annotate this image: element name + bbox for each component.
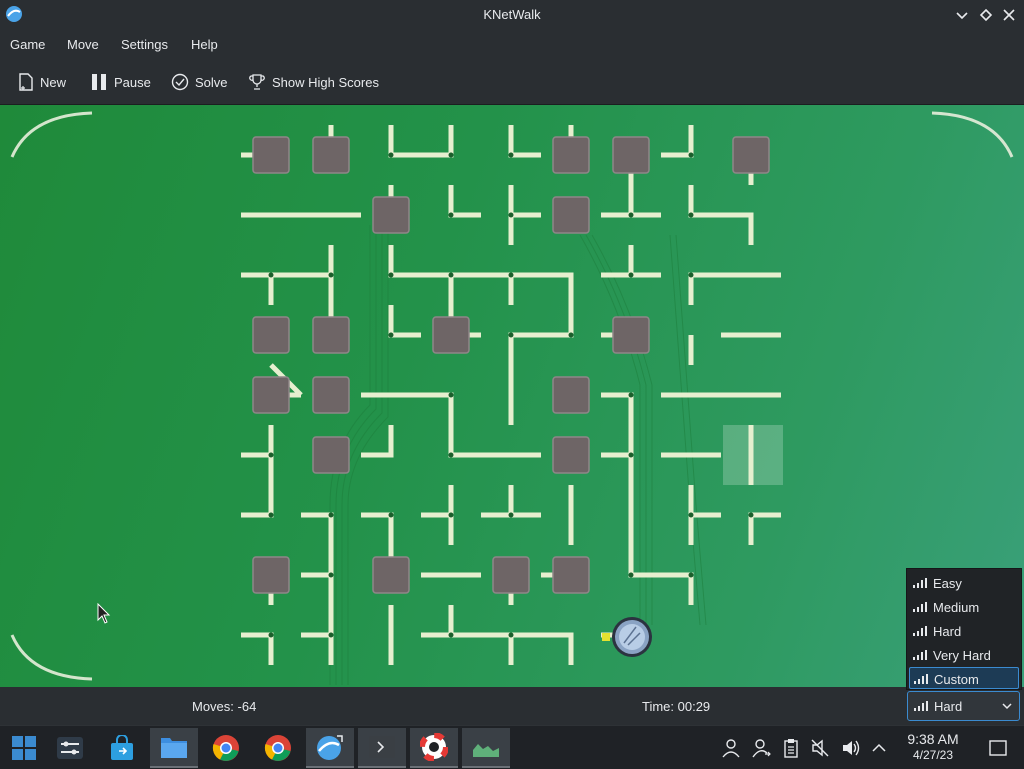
difficulty-option-easy[interactable]: Easy: [909, 572, 1019, 594]
chrome-icon: [212, 735, 239, 761]
difficulty-option-custom[interactable]: Custom: [909, 667, 1019, 689]
taskbar-help-center[interactable]: [410, 728, 458, 768]
show-high-scores-label: Show High Scores: [272, 74, 379, 90]
difficulty-menu: Easy Medium Hard Very Hard Custom: [906, 568, 1022, 690]
signal-bars-icon: [913, 650, 927, 660]
signal-bars-icon: [913, 578, 927, 588]
user-switch-icon[interactable]: [751, 738, 771, 758]
clock-time: 9:38 AM: [907, 731, 959, 747]
taskbar-terminal[interactable]: [358, 728, 406, 768]
windows-logo-icon: [12, 736, 36, 760]
pause-icon: [92, 74, 106, 90]
close-icon[interactable]: [999, 5, 1019, 25]
new-button[interactable]: New: [18, 72, 66, 92]
signal-bars-icon: [913, 626, 927, 636]
taskbar-chrome-2[interactable]: [254, 728, 302, 768]
lifebuoy-icon: [420, 733, 448, 761]
taskbar: 9:38 AM 4/27/23: [0, 725, 1024, 769]
shopping-bag-icon: [111, 735, 133, 760]
network-grid[interactable]: [0, 105, 1024, 687]
difficulty-option-label: Medium: [933, 600, 980, 615]
difficulty-option-label: Hard: [933, 624, 962, 639]
checkmark-circle-icon: [171, 73, 189, 91]
status-bar: Moves: -64 Time: 00:29: [0, 687, 1024, 725]
taskbar-discover[interactable]: [98, 728, 146, 768]
sliders-icon: [57, 737, 83, 759]
terminal-icon: [369, 736, 395, 758]
maximize-icon[interactable]: [976, 5, 996, 25]
chevron-down-icon: [1002, 703, 1012, 710]
show-desktop-icon[interactable]: [988, 738, 1008, 758]
time-counter: Time: 00:29: [642, 699, 711, 714]
audio-muted-icon[interactable]: [810, 738, 830, 758]
clock[interactable]: 9:38 AM 4/27/23: [895, 731, 971, 762]
signal-bars-icon: [913, 602, 927, 612]
difficulty-option-medium[interactable]: Medium: [909, 596, 1019, 618]
difficulty-option-hard[interactable]: Hard: [909, 620, 1019, 642]
taskbar-system-settings[interactable]: [46, 728, 94, 768]
difficulty-option-label: Very Hard: [933, 648, 991, 663]
difficulty-option-label: Easy: [933, 576, 962, 591]
chrome-icon: [264, 735, 291, 761]
menu-settings[interactable]: Settings: [121, 37, 168, 52]
start-menu-button[interactable]: [0, 728, 48, 768]
difficulty-selected-label: Hard: [934, 699, 963, 714]
menu-bar: Game Move Settings Help: [0, 30, 1024, 60]
volume-icon[interactable]: [840, 738, 860, 758]
folder-icon: [161, 738, 187, 758]
pause-button[interactable]: Pause: [90, 72, 151, 92]
clock-date: 4/27/23: [912, 748, 954, 762]
clipboard-icon[interactable]: [781, 738, 801, 758]
user-icon[interactable]: [721, 738, 741, 758]
mouse-pointer-icon: [97, 603, 111, 624]
title-bar: KNetWalk: [0, 0, 1024, 30]
knetwalk-icon: [317, 735, 343, 760]
difficulty-option-very-hard[interactable]: Very Hard: [909, 644, 1019, 666]
server-node[interactable]: [602, 617, 652, 657]
moves-counter: Moves: -64: [192, 699, 257, 714]
trophy-icon: [249, 74, 265, 90]
new-label: New: [40, 74, 67, 90]
minimize-icon[interactable]: [952, 5, 972, 25]
taskbar-file-manager[interactable]: [150, 728, 198, 768]
system-monitor-icon: [473, 744, 499, 757]
menu-move[interactable]: Move: [67, 37, 99, 52]
pause-label: Pause: [114, 74, 151, 90]
toolbar: New Pause Solve Show High Scores: [0, 60, 1024, 105]
difficulty-dropdown[interactable]: Hard: [907, 691, 1020, 721]
taskbar-system-monitor[interactable]: [462, 728, 510, 768]
signal-bars-icon: [914, 674, 928, 684]
signal-bars-icon: [914, 701, 928, 711]
solve-button[interactable]: Solve: [171, 72, 228, 92]
menu-game[interactable]: Game: [10, 37, 45, 52]
taskbar-knetwalk[interactable]: [306, 728, 354, 768]
taskbar-chrome[interactable]: [202, 728, 250, 768]
window-title: KNetWalk: [483, 7, 541, 22]
chevron-up-icon[interactable]: [869, 738, 889, 758]
game-board[interactable]: [0, 105, 1024, 687]
menu-help[interactable]: Help: [191, 37, 218, 52]
difficulty-option-label: Custom: [934, 672, 979, 687]
show-high-scores-button[interactable]: Show High Scores: [248, 72, 379, 92]
new-document-icon: [19, 73, 33, 91]
solve-label: Solve: [195, 74, 228, 90]
